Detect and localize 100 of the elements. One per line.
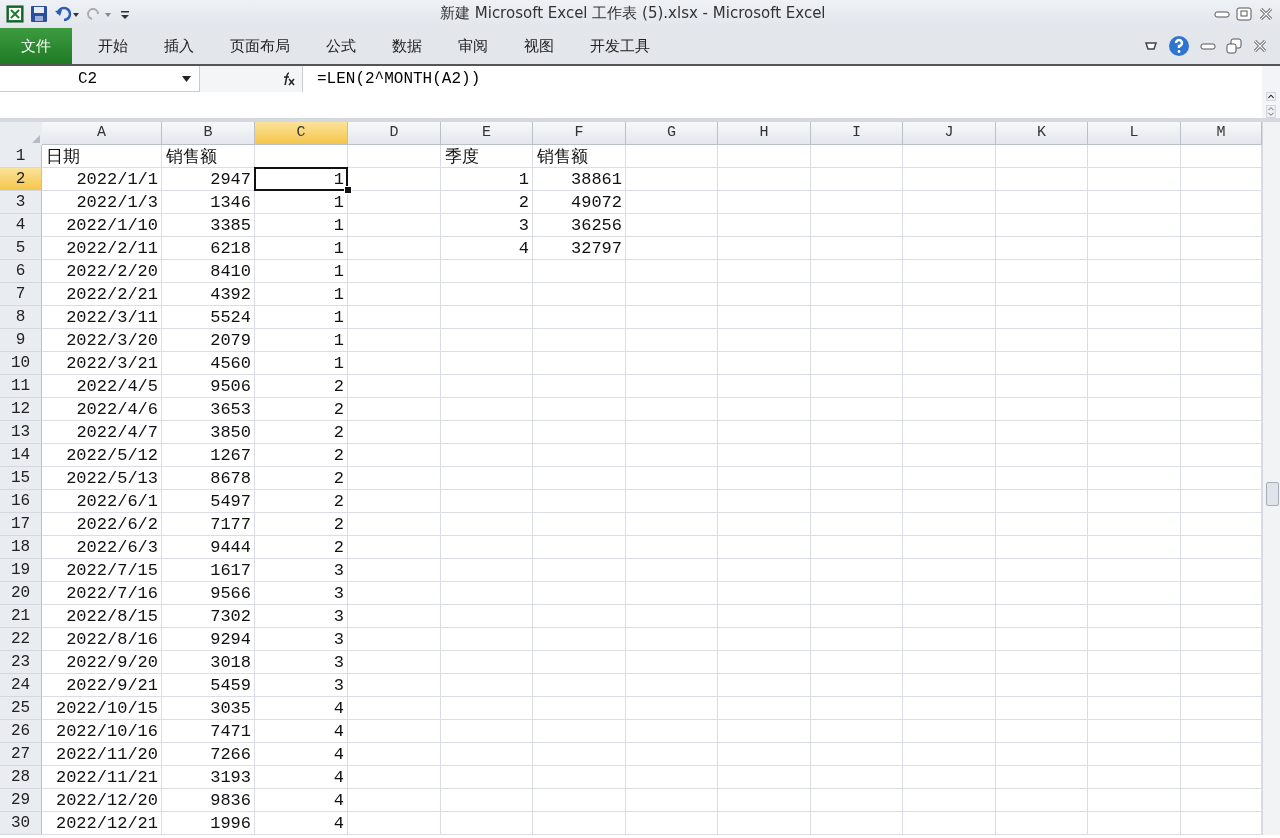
row-header[interactable]: 18 <box>0 536 42 559</box>
table-cell: 5524 <box>210 307 251 327</box>
row-header[interactable]: 6 <box>0 260 42 283</box>
restore-icon[interactable] <box>1236 7 1252 21</box>
ribbon-tab[interactable]: 开发工具 <box>572 31 668 61</box>
table-cell: 3850 <box>210 422 251 442</box>
row-header[interactable]: 29 <box>0 789 42 812</box>
row-header[interactable]: 13 <box>0 421 42 444</box>
row-header[interactable]: 30 <box>0 812 42 835</box>
file-tab[interactable]: 文件 <box>0 28 72 64</box>
row-header[interactable]: 12 <box>0 398 42 421</box>
row-header[interactable]: 23 <box>0 651 42 674</box>
table-cell: 2022/12/21 <box>55 813 158 833</box>
formula-field[interactable]: =LEN(2^MONTH(A2)) <box>303 66 1262 92</box>
column-header[interactable]: K <box>996 122 1088 145</box>
row-header[interactable]: 2 <box>0 168 42 191</box>
table-cell-text: 销售额 <box>166 146 217 168</box>
table-cell: 38861 <box>571 169 622 189</box>
minimize-icon[interactable] <box>1200 40 1216 52</box>
column-header[interactable]: E <box>441 122 533 145</box>
column-header[interactable]: G <box>626 122 718 145</box>
table-cell: 2022/4/7 <box>76 422 158 442</box>
table-cell: 2022/5/13 <box>66 468 158 488</box>
row-header[interactable]: 24 <box>0 674 42 697</box>
row-header[interactable]: 4 <box>0 214 42 237</box>
column-header[interactable]: M <box>1181 122 1262 145</box>
ribbon-tab[interactable]: 数据 <box>374 31 440 61</box>
table-cell: 9294 <box>210 629 251 649</box>
row-header[interactable]: 19 <box>0 559 42 582</box>
row-header[interactable]: 8 <box>0 306 42 329</box>
column-header[interactable]: F <box>533 122 626 145</box>
row-header[interactable]: 9 <box>0 329 42 352</box>
row-header[interactable]: 14 <box>0 444 42 467</box>
row-header[interactable]: 27 <box>0 743 42 766</box>
table-cell: 7471 <box>210 721 251 741</box>
table-cell: 2022/3/21 <box>66 353 158 373</box>
row-header[interactable]: 28 <box>0 766 42 789</box>
ribbon-tab[interactable]: 公式 <box>308 31 374 61</box>
row-header[interactable]: 1 <box>0 145 42 168</box>
ribbon-tab[interactable]: 页面布局 <box>212 31 308 61</box>
row-header[interactable]: 3 <box>0 191 42 214</box>
column-header[interactable]: L <box>1088 122 1181 145</box>
table-cell: 2 <box>333 514 344 534</box>
table-cell: 9836 <box>210 790 251 810</box>
table-cell: 5459 <box>210 675 251 695</box>
dropdown-caret-icon[interactable] <box>182 75 191 82</box>
row-header[interactable]: 7 <box>0 283 42 306</box>
table-cell: 4560 <box>210 353 251 373</box>
table-cell: 2 <box>333 422 344 442</box>
row-header[interactable]: 22 <box>0 628 42 651</box>
column-header[interactable]: A <box>42 122 162 145</box>
column-header[interactable]: C <box>255 122 348 145</box>
collapse-formula-bar-icon[interactable] <box>1264 92 1278 102</box>
row-header[interactable]: 11 <box>0 375 42 398</box>
row-header[interactable]: 25 <box>0 697 42 720</box>
table-cell: 5497 <box>210 491 251 511</box>
table-cell: 6218 <box>210 238 251 258</box>
row-header[interactable]: 15 <box>0 467 42 490</box>
row-header[interactable]: 10 <box>0 352 42 375</box>
row-header[interactable]: 21 <box>0 605 42 628</box>
column-header[interactable]: B <box>162 122 255 145</box>
row-header[interactable]: 16 <box>0 490 42 513</box>
table-cell: 2947 <box>210 169 251 189</box>
table-cell: 3 <box>333 652 344 672</box>
vertical-scrollbar[interactable] <box>1262 122 1280 835</box>
row-header[interactable]: 17 <box>0 513 42 536</box>
ribbon-tab[interactable]: 开始 <box>80 31 146 61</box>
row-header[interactable]: 5 <box>0 237 42 260</box>
close-icon[interactable] <box>1252 39 1268 53</box>
column-header[interactable]: J <box>903 122 996 145</box>
close-icon[interactable] <box>1258 7 1274 21</box>
undo-icon[interactable] <box>54 5 80 23</box>
active-cell-border[interactable] <box>254 167 348 191</box>
fill-handle[interactable] <box>344 186 352 194</box>
table-cell: 1267 <box>210 445 251 465</box>
column-header[interactable]: I <box>811 122 903 145</box>
ribbon-tab[interactable]: 插入 <box>146 31 212 61</box>
table-cell: 3 <box>333 583 344 603</box>
column-header[interactable]: D <box>348 122 441 145</box>
help-icon[interactable] <box>1168 35 1190 57</box>
ribbon-tab[interactable]: 审阅 <box>440 31 506 61</box>
table-cell: 2 <box>518 192 529 212</box>
table-cell: 2022/4/6 <box>76 399 158 419</box>
table-cell: 2022/3/11 <box>66 307 158 327</box>
table-cell: 2022/9/20 <box>66 652 158 672</box>
name-box[interactable]: C2 <box>0 66 200 92</box>
excel-logo-icon[interactable] <box>6 5 24 23</box>
table-cell: 4 <box>333 790 344 810</box>
table-cell: 2022/1/10 <box>66 215 158 235</box>
table-cell: 2022/6/3 <box>76 537 158 557</box>
restore-icon[interactable] <box>1226 38 1242 54</box>
row-header[interactable]: 20 <box>0 582 42 605</box>
save-icon[interactable] <box>30 5 48 23</box>
row-header[interactable]: 26 <box>0 720 42 743</box>
ribbon-collapse-icon[interactable] <box>1144 40 1158 52</box>
table-cell: 2022/12/20 <box>55 790 158 810</box>
table-cell: 4 <box>333 744 344 764</box>
column-header[interactable]: H <box>718 122 811 145</box>
scrollbar-thumb[interactable] <box>1266 482 1279 506</box>
ribbon-tab[interactable]: 视图 <box>506 31 572 61</box>
